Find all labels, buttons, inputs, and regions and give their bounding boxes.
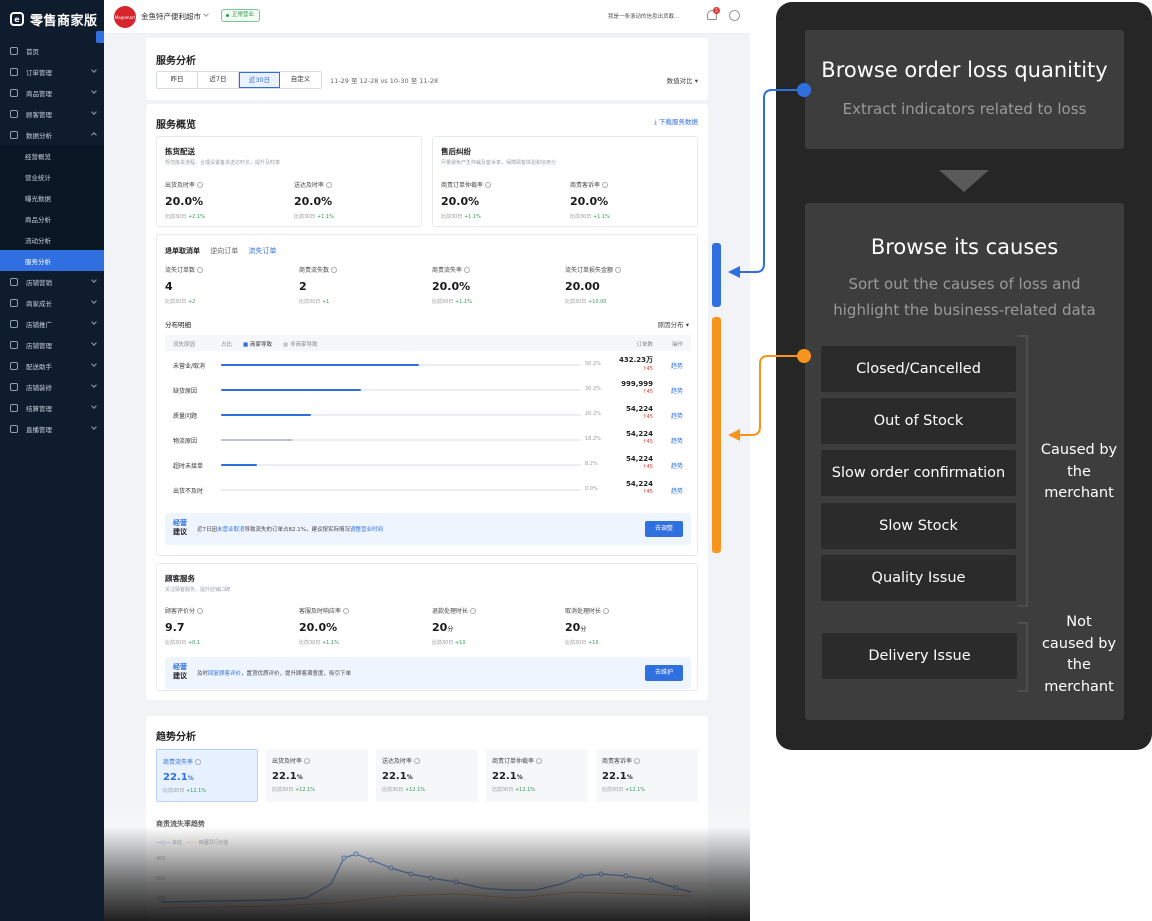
- blue-arrow-head: [728, 266, 740, 278]
- highlight-bar-orange: [712, 317, 721, 553]
- highlight-bar-blue: [712, 243, 721, 307]
- orange-connector: [738, 355, 804, 436]
- blue-connector: [738, 89, 804, 273]
- blue-connector-dot: [797, 83, 811, 97]
- orange-connector-dot: [797, 349, 811, 363]
- screenshot-root: e 零售商家版 首页 订单管理 商品管理 顾客管理 数据分析 经营概览 营业统计 曝光数据 商品…: [0, 0, 1152, 921]
- connector-layer: [712, 83, 811, 553]
- orange-arrow-head: [728, 429, 740, 441]
